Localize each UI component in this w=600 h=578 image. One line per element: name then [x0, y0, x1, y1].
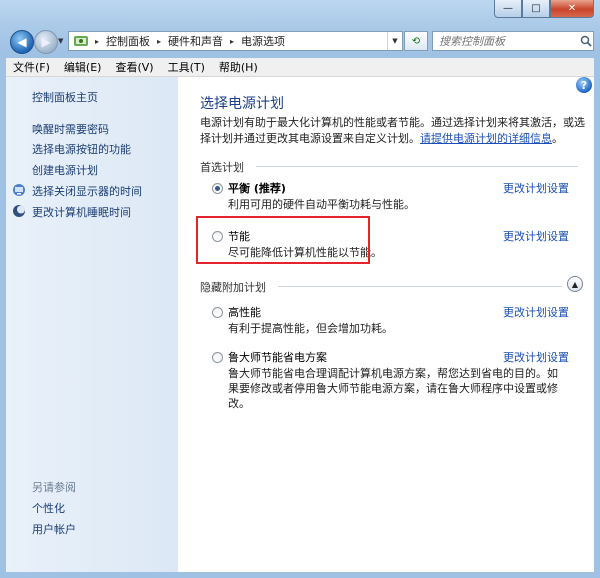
plan-balanced-name[interactable]: 平衡 (推荐) — [228, 180, 286, 196]
plan-details-link[interactable]: 请提供电源计划的详细信息 — [420, 132, 552, 145]
change-settings-high-performance[interactable]: 更改计划设置 — [503, 304, 569, 320]
breadcrumb-separator-icon: ▸ — [157, 36, 162, 46]
see-also-personalize[interactable]: 个性化 — [32, 500, 65, 516]
change-settings-balanced[interactable]: 更改计划设置 — [503, 180, 569, 196]
address-bar[interactable]: ▸ 控制面板 ▸ 硬件和声音 ▸ 电源选项 ▼ — [68, 31, 403, 51]
menu-view[interactable]: 查看(V) — [108, 59, 160, 75]
refresh-icon: ⟲ — [411, 35, 421, 47]
search-input[interactable] — [433, 33, 579, 49]
radio-balanced[interactable] — [212, 183, 223, 194]
control-panel-icon — [73, 34, 89, 48]
plan-ludashi-desc: 鲁大师节能省电合理调配计算机电源方案，帮您达到省电的目的。如果要修改或者停用鲁大… — [228, 367, 558, 410]
plan-high-performance-name[interactable]: 高性能 — [228, 304, 261, 320]
maximize-button[interactable]: □ — [522, 0, 550, 18]
back-button[interactable]: ◀ — [10, 30, 34, 54]
hidden-plans-heading: 隐藏附加计划 — [200, 281, 266, 294]
radio-ludashi[interactable] — [212, 352, 223, 363]
sidebar-item-sleep-time[interactable]: 更改计算机睡眠时间 — [32, 204, 131, 220]
moon-icon — [12, 204, 26, 218]
search-icon[interactable] — [579, 34, 593, 48]
collapse-chevron-up-icon[interactable]: ▲ — [567, 276, 583, 292]
section-divider — [256, 166, 578, 167]
sidebar-item-power-button[interactable]: 选择电源按钮的功能 — [32, 141, 131, 157]
change-settings-ludashi[interactable]: 更改计划设置 — [503, 349, 569, 365]
sidebar: 控制面板主页 唤醒时需要密码 选择电源按钮的功能 创建电源计划 选择关闭显示器的… — [6, 77, 178, 572]
breadcrumb-control-panel[interactable]: 控制面板 — [101, 33, 155, 49]
see-also-heading: 另请参阅 — [32, 481, 76, 494]
back-arrow-icon: ◀ — [17, 35, 27, 49]
sidebar-home-link[interactable]: 控制面板主页 — [32, 89, 98, 105]
close-button[interactable]: ✕ — [550, 0, 594, 18]
search-box — [432, 31, 594, 51]
section-divider — [278, 286, 562, 287]
navigation-bar: ◀ ▶ ▼ ▸ 控制面板 ▸ 硬件和声音 ▸ 电源选项 ▼ ⟲ — [0, 22, 600, 58]
forward-button[interactable]: ▶ — [34, 30, 58, 54]
breadcrumb-separator-icon: ▸ — [230, 36, 235, 46]
breadcrumb-separator-icon: ▸ — [95, 36, 100, 46]
menu-bar: 文件(F) 编辑(E) 查看(V) 工具(T) 帮助(H) — [6, 58, 594, 77]
content-area: 控制面板主页 唤醒时需要密码 选择电源按钮的功能 创建电源计划 选择关闭显示器的… — [6, 77, 594, 572]
highlight-box — [196, 216, 370, 264]
address-dropdown-icon[interactable]: ▼ — [387, 32, 402, 50]
recent-pages-dropdown[interactable]: ▼ — [58, 37, 63, 45]
plan-high-performance-desc: 有利于提高性能，但会增加功耗。 — [228, 322, 393, 335]
forward-arrow-icon: ▶ — [41, 35, 51, 49]
change-settings-power-saver[interactable]: 更改计划设置 — [503, 228, 569, 244]
menu-edit[interactable]: 编辑(E) — [57, 59, 109, 75]
monitor-icon — [12, 183, 26, 197]
plan-balanced-desc: 利用可用的硬件自动平衡功耗与性能。 — [228, 198, 415, 211]
help-icon[interactable]: ? — [576, 77, 592, 93]
intro-text: 电源计划有助于最大化计算机的性能或者节能。通过选择计划来将其激活，或选择计划并通… — [200, 115, 590, 147]
main-panel: ? 选择电源计划 电源计划有助于最大化计算机的性能或者节能。通过选择计划来将其激… — [178, 77, 594, 572]
sidebar-item-create-plan[interactable]: 创建电源计划 — [32, 162, 98, 178]
page-title: 选择电源计划 — [200, 96, 284, 112]
breadcrumb-power-options[interactable]: 电源选项 — [236, 33, 290, 49]
radio-high-performance[interactable] — [212, 307, 223, 318]
sidebar-item-display-off[interactable]: 选择关闭显示器的时间 — [32, 183, 142, 199]
intro-end: 。 — [552, 132, 563, 145]
menu-help[interactable]: 帮助(H) — [212, 59, 265, 75]
minimize-button[interactable]: — — [494, 0, 522, 18]
caption-buttons: — □ ✕ — [494, 0, 594, 18]
see-also-user-accounts[interactable]: 用户帐户 — [32, 521, 76, 537]
window: — □ ✕ ◀ ▶ ▼ ▸ 控制面板 ▸ 硬件和声音 ▸ 电源选项 ▼ ⟲ 文件… — [0, 0, 600, 578]
preferred-plans-heading: 首选计划 — [200, 161, 244, 174]
menu-tools[interactable]: 工具(T) — [161, 59, 212, 75]
menu-file[interactable]: 文件(F) — [6, 59, 57, 75]
sidebar-item-wake-password[interactable]: 唤醒时需要密码 — [32, 121, 109, 137]
breadcrumb-hardware-sound[interactable]: 硬件和声音 — [163, 33, 228, 49]
refresh-button[interactable]: ⟲ — [404, 31, 428, 51]
plan-ludashi-name[interactable]: 鲁大师节能省电方案 — [228, 349, 327, 365]
